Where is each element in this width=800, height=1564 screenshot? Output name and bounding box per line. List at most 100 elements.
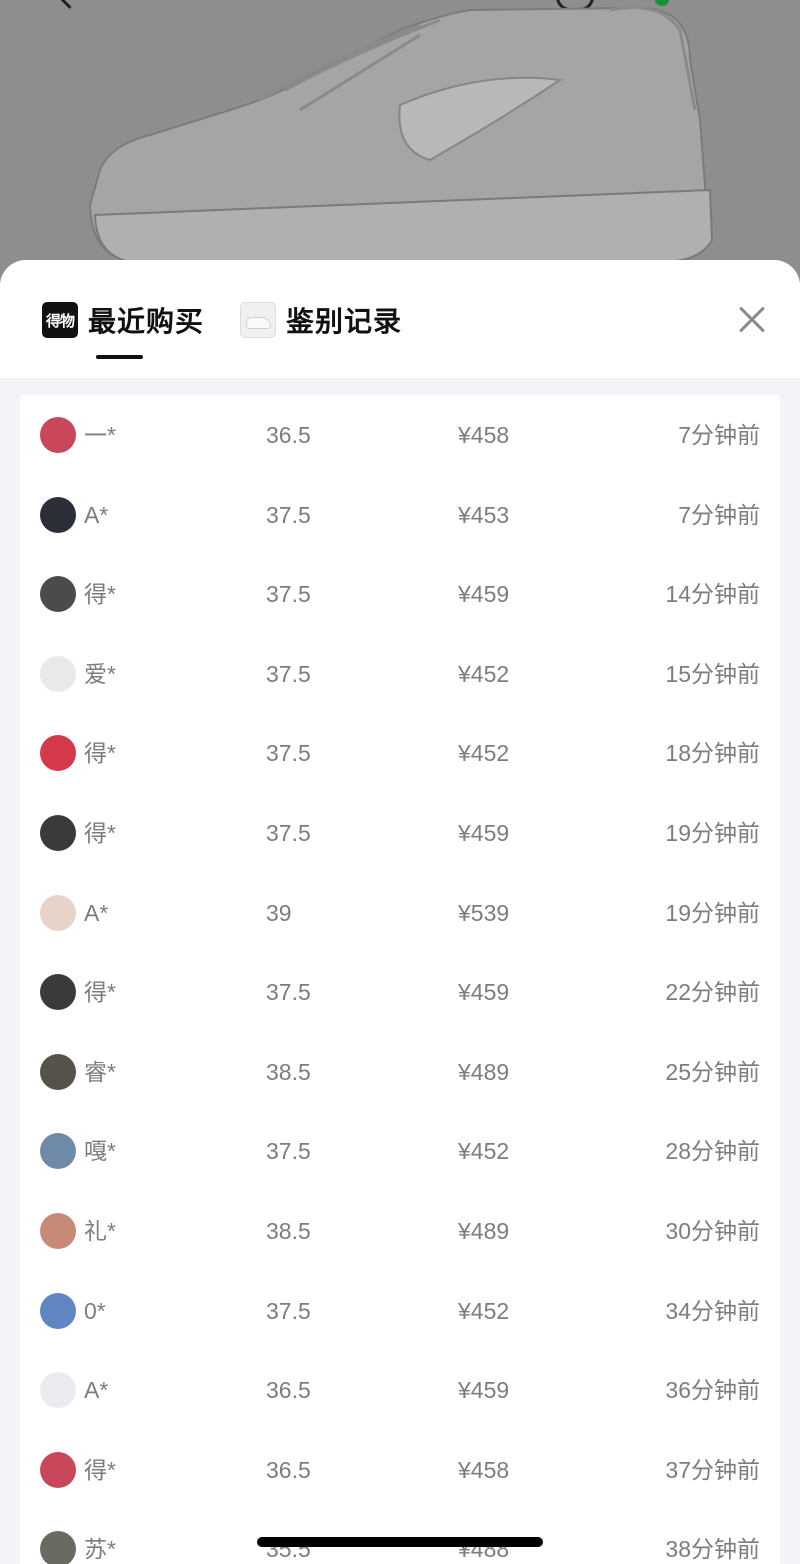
active-tab-indicator <box>96 355 143 359</box>
buyer-name: 得* <box>84 979 116 1006</box>
shoe-size: 38.5 <box>266 1058 311 1085</box>
product-image-backdrop <box>0 0 800 300</box>
price: ¥459 <box>458 581 510 608</box>
buyer-name: 嘎* <box>84 1138 116 1165</box>
price: ¥459 <box>458 820 510 846</box>
shoe-size: 36.5 <box>266 1377 311 1404</box>
buyer-name: 得* <box>84 581 116 608</box>
shoe-size: 38.5 <box>266 1218 311 1244</box>
home-indicator[interactable] <box>257 1537 543 1547</box>
time-ago: 36分钟前 <box>665 1377 760 1404</box>
dewu-logo-icon: 得物 <box>42 302 78 338</box>
price: ¥489 <box>458 1058 510 1085</box>
time-ago: 15分钟前 <box>665 660 760 687</box>
buyer-name: 一* <box>84 422 116 448</box>
time-ago: 18分钟前 <box>665 740 760 767</box>
avatar <box>40 974 76 1011</box>
buyer-name: A* <box>84 1377 109 1404</box>
price: ¥453 <box>458 501 510 528</box>
sheet-header: 得物 最近购买 鉴别记录 <box>0 260 800 378</box>
sneaker-thumbnail-icon <box>240 302 276 338</box>
purchase-row: 0* 37.5 ¥452 34分钟前 <box>20 1271 780 1351</box>
price: ¥452 <box>458 1297 510 1324</box>
shoe-size: 39 <box>266 899 292 926</box>
tab-label: 最近购买 <box>88 306 205 337</box>
buyer-name: 苏* <box>84 1536 116 1563</box>
shoe-size: 37.5 <box>266 660 311 687</box>
price: ¥452 <box>458 740 510 767</box>
buyer-name: 得* <box>84 820 116 846</box>
avatar <box>40 496 76 533</box>
price: ¥458 <box>458 1456 510 1483</box>
time-ago: 19分钟前 <box>665 899 760 926</box>
price: ¥459 <box>458 1377 510 1404</box>
buyer-name: 得* <box>84 1456 116 1483</box>
price: ¥489 <box>458 1218 510 1244</box>
avatar <box>40 1372 76 1409</box>
purchase-row: 得* 37.5 ¥459 14分钟前 <box>20 554 780 634</box>
time-ago: 7分钟前 <box>678 501 760 528</box>
tab-recent-purchases[interactable]: 得物 最近购买 <box>42 298 204 342</box>
shoe-size: 37.5 <box>266 1138 311 1165</box>
close-icon[interactable] <box>732 300 772 340</box>
shoe-size: 37.5 <box>266 581 311 608</box>
tab-authentication-records[interactable]: 鉴别记录 <box>240 298 402 342</box>
buyer-name: 礼* <box>84 1218 116 1244</box>
buyer-name: 0* <box>84 1297 106 1324</box>
shoe-size: 36.5 <box>266 422 311 448</box>
shoe-size: 37.5 <box>266 1297 311 1324</box>
sneaker-image <box>88 6 714 263</box>
purchase-row: A* 39 ¥539 19分钟前 <box>20 873 780 953</box>
avatar <box>40 894 76 931</box>
purchase-row: 得* 37.5 ¥459 19分钟前 <box>20 793 780 873</box>
purchase-row: 礼* 38.5 ¥489 30分钟前 <box>20 1191 780 1271</box>
avatar <box>40 1053 76 1090</box>
purchase-row: 得* 37.5 ¥459 22分钟前 <box>20 952 780 1032</box>
time-ago: 28分钟前 <box>665 1138 760 1165</box>
price: ¥452 <box>458 1138 510 1165</box>
price: ¥539 <box>458 899 510 926</box>
buyer-name: A* <box>84 501 109 528</box>
avatar <box>40 735 76 772</box>
avatar <box>40 655 76 692</box>
tab-label: 鉴别记录 <box>286 306 403 337</box>
purchase-row: 得* 36.5 ¥458 37分钟前 <box>20 1430 780 1510</box>
avatar <box>40 815 76 851</box>
avatar <box>40 1292 76 1329</box>
shoe-size: 37.5 <box>266 820 311 846</box>
purchase-list[interactable]: 一* 36.5 ¥458 7分钟前 A* 37.5 ¥453 7分钟前得* 37.5 ¥459 14… <box>20 395 780 1564</box>
time-ago: 19分钟前 <box>665 820 760 846</box>
time-ago: 22分钟前 <box>665 979 760 1006</box>
purchase-row: 嘎* 37.5 ¥452 28分钟前 <box>20 1111 780 1191</box>
avatar <box>40 1133 76 1170</box>
avatar <box>40 1213 76 1249</box>
purchase-row: 得* 37.5 ¥452 18分钟前 <box>20 713 780 793</box>
shoe-size: 36.5 <box>266 1456 311 1483</box>
avatar <box>40 576 76 613</box>
avatar <box>40 1451 76 1488</box>
price: ¥459 <box>458 979 510 1006</box>
purchase-row: A* 36.5 ¥459 36分钟前 <box>20 1350 780 1430</box>
shoe-size: 37.5 <box>266 501 311 528</box>
price: ¥458 <box>458 422 510 448</box>
purchase-row: A* 37.5 ¥453 7分钟前 <box>20 475 780 555</box>
purchase-row: 睿* 38.5 ¥489 25分钟前 <box>20 1032 780 1112</box>
time-ago: 25分钟前 <box>665 1058 760 1085</box>
buyer-name: 爱* <box>84 660 116 687</box>
time-ago: 7分钟前 <box>678 422 760 448</box>
shoe-size: 37.5 <box>266 979 311 1006</box>
price: ¥452 <box>458 660 510 687</box>
buyer-name: 得* <box>84 740 116 767</box>
avatar <box>40 417 76 453</box>
avatar <box>40 1531 76 1564</box>
time-ago: 30分钟前 <box>665 1218 760 1244</box>
purchase-row: 爱* 37.5 ¥452 15分钟前 <box>20 634 780 714</box>
time-ago: 14分钟前 <box>665 581 760 608</box>
time-ago: 34分钟前 <box>665 1297 760 1324</box>
time-ago: 37分钟前 <box>665 1456 760 1483</box>
buyer-name: 睿* <box>84 1058 116 1085</box>
recent-purchases-sheet: 得物 最近购买 鉴别记录 一* 36.5 ¥458 7分钟前 A* 37.5 ¥453 7分钟… <box>0 260 800 1564</box>
buyer-name: A* <box>84 899 109 926</box>
time-ago: 38分钟前 <box>665 1536 760 1563</box>
purchase-row: 一* 36.5 ¥458 7分钟前 <box>20 395 780 475</box>
